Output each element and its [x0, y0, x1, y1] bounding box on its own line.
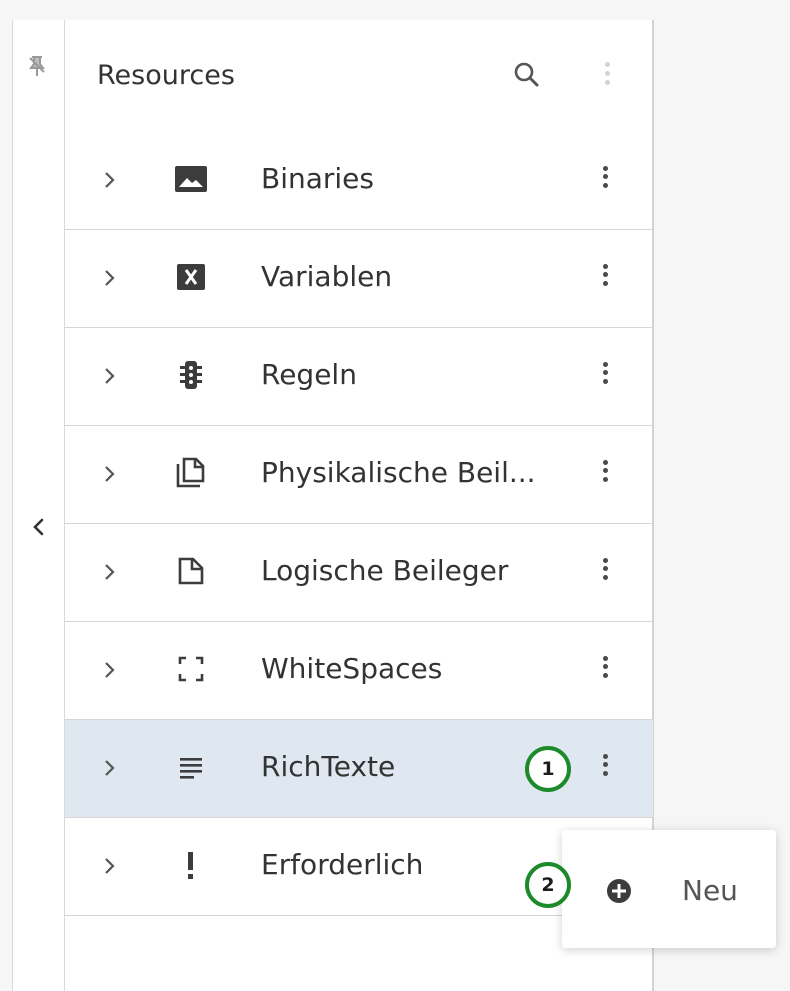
chevron-right-icon[interactable]: [101, 168, 119, 192]
chevron-left-icon: [33, 518, 44, 536]
tree-item-variablen[interactable]: Variablen: [65, 230, 653, 328]
item-more-menu[interactable]: [593, 162, 617, 202]
item-more-menu[interactable]: [593, 260, 617, 300]
tree-item-label: Variablen: [261, 260, 393, 293]
variable-icon: [171, 260, 211, 294]
chevron-right-icon[interactable]: [101, 462, 119, 486]
search-button[interactable]: [509, 58, 545, 94]
header-more-menu[interactable]: [595, 58, 619, 96]
chevron-right-icon[interactable]: [101, 658, 119, 682]
rules-icon: [171, 358, 211, 392]
item-more-menu[interactable]: [593, 554, 617, 594]
chevron-right-icon[interactable]: [101, 756, 119, 780]
tree-item-label: Binaries: [261, 162, 374, 195]
item-more-menu[interactable]: [593, 652, 617, 692]
callout-marker-2: 2: [525, 862, 571, 908]
tree-item-logische-beileger[interactable]: Logische Beileger: [65, 524, 653, 622]
tree-item-label: WhiteSpaces: [261, 652, 443, 685]
callout-marker-1: 1: [525, 746, 571, 792]
context-menu: Neu: [562, 830, 776, 948]
item-more-menu[interactable]: [593, 358, 617, 398]
tree-item-binaries[interactable]: Binaries: [65, 132, 653, 230]
left-rail: [12, 20, 64, 991]
tree-item-physikalische-beileger[interactable]: Physikalische Beil...: [65, 426, 653, 524]
tree-item-label: RichTexte: [261, 750, 396, 783]
tree-item-label: Logische Beileger: [261, 554, 509, 587]
panel-title: Resources: [97, 60, 235, 91]
tree-item-whitespaces[interactable]: WhiteSpaces: [65, 622, 653, 720]
whitespace-icon: [171, 652, 211, 686]
chevron-right-icon[interactable]: [101, 560, 119, 584]
pin-icon[interactable]: [27, 54, 47, 78]
tree-item-label: Erforderlich: [261, 848, 424, 881]
document-icon: [171, 554, 211, 588]
chevron-right-icon[interactable]: [101, 266, 119, 290]
context-menu-item-neu[interactable]: Neu: [562, 854, 776, 924]
tree-item-label: Regeln: [261, 358, 357, 391]
text-lines-icon: [171, 750, 211, 784]
panel-header: Resources: [65, 20, 652, 132]
plus-circle-icon: [607, 879, 631, 903]
tree-item-regeln[interactable]: Regeln: [65, 328, 653, 426]
context-menu-label: Neu: [682, 874, 738, 907]
chevron-right-icon[interactable]: [101, 854, 119, 878]
image-icon: [171, 162, 211, 196]
item-more-menu[interactable]: [593, 750, 617, 790]
collapse-panel-button[interactable]: [27, 510, 51, 544]
search-icon: [514, 62, 539, 87]
tree-item-label: Physikalische Beil...: [261, 456, 536, 489]
copy-document-icon: [171, 456, 211, 490]
chevron-right-icon[interactable]: [101, 364, 119, 388]
exclamation-icon: [171, 848, 211, 882]
item-more-menu[interactable]: [593, 456, 617, 496]
